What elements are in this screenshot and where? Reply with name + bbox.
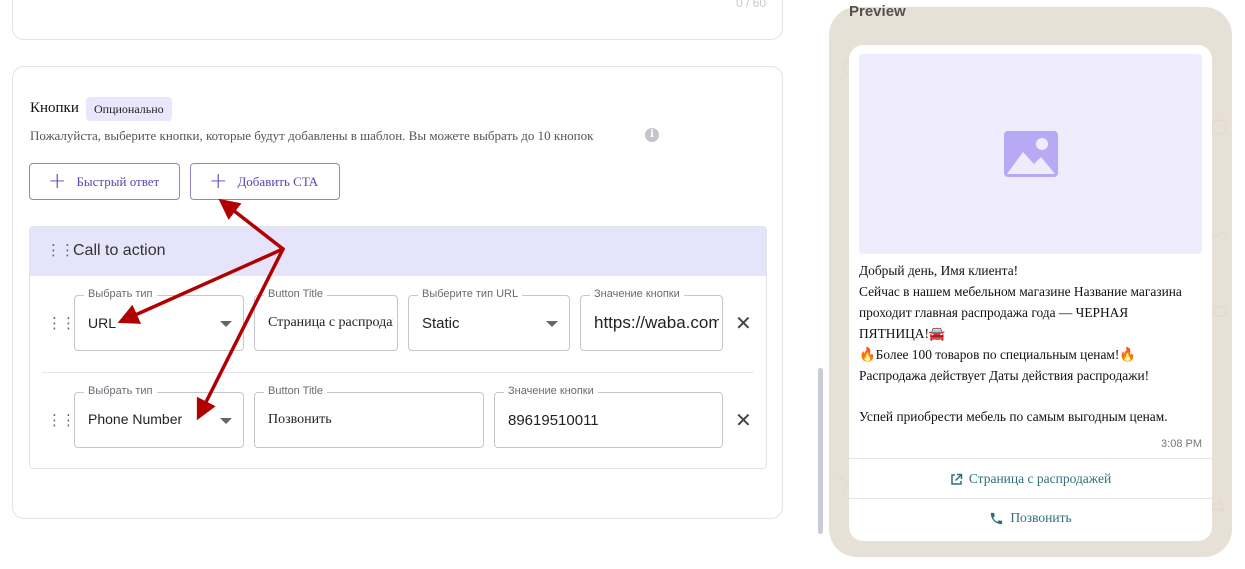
select-value: URL: [88, 315, 117, 331]
message-line: Успей приобрести мебель по самым выгодны…: [859, 409, 1168, 425]
message-bubble: Добрый день, Имя клиента! Сейчас в нашем…: [849, 45, 1212, 541]
preview-url-button-label: Страница с распродажей: [968, 471, 1112, 486]
message-line: ПЯТНИЦА!🚘: [859, 325, 946, 341]
call-to-action-header: ⋮⋮ Call to action: [30, 227, 766, 276]
message-text: Добрый день, Имя клиента! Сейчас в нашем…: [859, 261, 1207, 428]
select-value: Phone Number: [88, 411, 183, 427]
message-line: Добрый день, Имя клиента!: [859, 263, 1019, 278]
external-link-icon: [951, 473, 963, 485]
character-counter: 0 / 60: [735, 0, 766, 10]
image-icon: [1004, 131, 1058, 177]
button-value-input[interactable]: Значение кнопки 89619510011: [494, 385, 723, 448]
message-time: 3:08 PM: [1161, 438, 1202, 450]
field-label: Выбрать тип: [84, 288, 157, 300]
preview-title: Preview: [849, 3, 906, 20]
message-line: [859, 386, 1207, 407]
image-placeholder: [859, 54, 1202, 254]
optional-badge: Опционально: [86, 97, 172, 121]
url-type-select[interactable]: Выберите тип URL Static: [408, 288, 570, 351]
field-label: Значение кнопки: [590, 288, 684, 300]
scrollbar[interactable]: [818, 368, 823, 534]
message-line: проходит главная распродажа года — ЧЕРНА…: [859, 304, 1129, 320]
info-icon[interactable]: i: [645, 128, 659, 142]
button-title-input[interactable]: Button Title Страница с распродажей: [254, 288, 398, 351]
input-value: https://waba.com: [594, 313, 719, 332]
button-type-select[interactable]: Выбрать тип Phone Number: [74, 385, 244, 448]
chevron-down-icon: [546, 321, 558, 327]
field-label: Выбрать тип: [84, 385, 157, 397]
button-value-input[interactable]: Значение кнопки https://waba.com: [580, 288, 723, 351]
button-title-input[interactable]: Button Title Позвонить: [254, 385, 484, 448]
quick-reply-button[interactable]: + Быстрый ответ: [29, 163, 180, 200]
phone-icon: [991, 512, 1003, 524]
preview-call-button-label: Позвонить: [1010, 510, 1072, 525]
add-cta-button[interactable]: + Добавить CTA: [190, 163, 340, 200]
preview-url-button[interactable]: Страница с распродажей: [849, 460, 1212, 498]
section-description: Пожалуйста, выберите кнопки, которые буд…: [30, 128, 594, 143]
section-title: Кнопки: [30, 100, 79, 116]
chevron-down-icon: [220, 418, 232, 424]
close-icon[interactable]: ✕: [735, 410, 752, 430]
field-label: Button Title: [264, 385, 328, 397]
plus-icon: +: [48, 168, 67, 194]
call-to-action-panel: ⋮⋮ Call to action ⋮⋮ Выбрать тип URL But…: [29, 226, 767, 469]
field-label: Выберите тип URL: [418, 288, 523, 300]
message-text-card: 0 / 60: [12, 0, 783, 40]
drag-handle-icon[interactable]: ⋮⋮: [47, 413, 76, 428]
input-value: Позвонить: [268, 412, 332, 427]
message-line: Распродажа действует Даты действия распр…: [859, 367, 1150, 383]
chevron-down-icon: [220, 321, 232, 327]
message-line: Сейчас в нашем мебельном магазине Назван…: [859, 283, 1182, 299]
field-label: Значение кнопки: [504, 385, 598, 397]
divider: [849, 458, 1212, 459]
input-value: 89619510011: [508, 412, 599, 429]
buttons-section-card: Кнопки Опционально Пожалуйста, выберите …: [12, 66, 783, 519]
message-line: 🔥Более 100 товаров по специальным ценам!…: [859, 346, 1137, 362]
input-value: Страница с распродажей: [268, 315, 393, 330]
call-to-action-title: Call to action: [73, 242, 166, 259]
preview-call-button[interactable]: Позвонить: [849, 499, 1212, 537]
drag-handle-icon[interactable]: ⋮⋮: [46, 243, 75, 258]
drag-handle-icon[interactable]: ⋮⋮: [47, 316, 76, 331]
select-value: Static: [422, 315, 460, 332]
field-label: Button Title: [264, 288, 328, 300]
close-icon[interactable]: ✕: [735, 313, 752, 333]
row-divider: [42, 372, 754, 373]
button-type-select[interactable]: Выбрать тип URL: [74, 288, 244, 351]
plus-icon: +: [209, 168, 228, 194]
add-cta-label: Добавить CTA: [237, 173, 319, 189]
quick-reply-label: Быстрый ответ: [76, 173, 160, 189]
